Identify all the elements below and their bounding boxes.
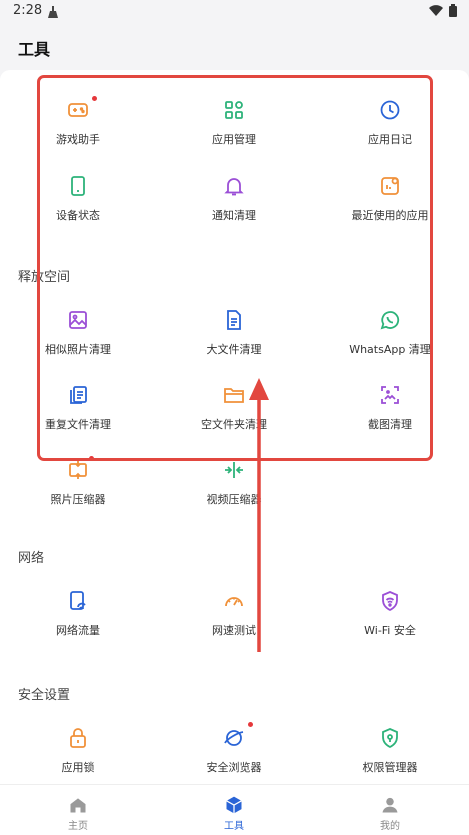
tools-content[interactable]: 游戏助手 应用管理 应用日记 设备状态 通知清理 最近使用的应用 释放空间 相似… <box>0 70 469 784</box>
tool-app-diary[interactable]: 应用日记 <box>312 98 468 147</box>
tool-notification-cleaner[interactable]: 通知清理 <box>156 174 312 223</box>
tool-app-manager[interactable]: 应用管理 <box>156 98 312 147</box>
photo-compress-icon <box>66 456 94 482</box>
tool-similar-photos[interactable]: 相似照片清理 <box>0 308 156 357</box>
status-bar: 2:28 <box>0 0 469 22</box>
tool-large-files[interactable]: 大文件清理 <box>156 308 312 357</box>
tool-device-status[interactable]: 设备状态 <box>0 174 156 223</box>
bottom-nav: 主页 工具 我的 <box>0 784 469 835</box>
tool-label: 通知清理 <box>212 209 256 222</box>
nav-item-tools[interactable]: 工具 <box>156 785 312 835</box>
tool-game-assistant[interactable]: 游戏助手 <box>0 96 156 147</box>
battery-icon <box>449 4 457 17</box>
tool-label: 截图清理 <box>368 418 412 431</box>
document-icon <box>222 308 246 332</box>
duplicate-file-icon <box>66 383 90 407</box>
profile-icon <box>382 797 398 813</box>
tool-label: 最近使用的应用 <box>351 209 429 222</box>
home-icon <box>70 798 86 813</box>
tool-screenshot-cleaner[interactable]: 截图清理 <box>312 383 468 432</box>
tool-label: 应用日记 <box>368 133 412 146</box>
image-icon <box>66 308 90 332</box>
tool-whatsapp-cleaner[interactable]: WhatsApp 清理 <box>312 308 468 357</box>
page-title: 工具 <box>18 40 51 59</box>
toolbox-icon <box>226 796 242 814</box>
new-badge <box>89 456 94 461</box>
tool-speed-test[interactable]: 网速测试 <box>156 589 312 638</box>
nav-label: 我的 <box>380 821 400 832</box>
tool-label: 大文件清理 <box>206 343 262 356</box>
tool-label: 应用锁 <box>61 761 95 774</box>
tool-video-compressor[interactable]: 视频压缩器 <box>156 458 312 507</box>
tool-safe-browser[interactable]: 安全浏览器 <box>156 722 312 775</box>
recent-app-icon <box>378 174 402 198</box>
nav-item-profile[interactable]: 我的 <box>312 785 468 835</box>
tool-label: 空文件夹清理 <box>201 418 267 431</box>
section-title-security: 安全设置 <box>18 688 71 703</box>
section-title-network: 网络 <box>18 551 45 566</box>
browser-icon <box>222 722 253 750</box>
folder-icon <box>222 383 246 407</box>
tool-label: 照片压缩器 <box>50 493 106 506</box>
tool-data-usage[interactable]: 网络流量 <box>0 589 156 638</box>
tool-label: Wi-Fi 安全 <box>364 624 416 637</box>
gamepad-icon <box>66 96 97 122</box>
tool-app-lock[interactable]: 应用锁 <box>0 726 156 775</box>
tool-label: 相似照片清理 <box>45 343 111 356</box>
tool-label: 重复文件清理 <box>45 418 111 431</box>
video-compress-icon <box>222 458 246 482</box>
new-badge <box>92 96 97 101</box>
tool-label: WhatsApp 清理 <box>349 343 431 356</box>
data-usage-icon <box>66 589 90 613</box>
app-header: 工具 <box>0 22 469 70</box>
tool-label: 网速测试 <box>212 624 256 637</box>
apps-grid-icon <box>222 98 246 122</box>
tool-label: 安全浏览器 <box>206 761 262 774</box>
tool-label: 权限管理器 <box>362 761 418 774</box>
tool-wifi-security[interactable]: Wi-Fi 安全 <box>312 589 468 638</box>
wifi-shield-icon <box>378 589 402 613</box>
tool-label: 设备状态 <box>56 209 100 222</box>
nav-item-home[interactable]: 主页 <box>0 785 156 835</box>
wifi-signal-icon <box>429 5 443 16</box>
status-indicators <box>429 4 457 17</box>
shield-lock-icon <box>378 726 402 750</box>
speedometer-icon <box>222 589 246 613</box>
new-badge <box>248 722 253 727</box>
tool-label: 网络流量 <box>56 624 100 637</box>
broom-status-icon <box>47 4 59 23</box>
lock-icon <box>66 726 90 750</box>
tool-label: 应用管理 <box>212 133 256 146</box>
tool-permission-manager[interactable]: 权限管理器 <box>312 726 468 775</box>
bell-icon <box>222 174 246 198</box>
clock-icon <box>378 98 402 122</box>
nav-label: 主页 <box>68 821 88 832</box>
status-time: 2:28 <box>13 3 43 18</box>
nav-label: 工具 <box>224 821 244 832</box>
phone-icon <box>66 174 90 198</box>
tool-empty-folders[interactable]: 空文件夹清理 <box>156 383 312 432</box>
screenshot-icon <box>378 383 402 407</box>
tool-label: 游戏助手 <box>56 133 100 146</box>
section-title-free-space: 释放空间 <box>18 270 71 285</box>
whatsapp-icon <box>378 308 402 332</box>
tool-photo-compressor[interactable]: 照片压缩器 <box>0 456 156 507</box>
tool-label: 视频压缩器 <box>206 493 262 506</box>
tool-recent-apps[interactable]: 最近使用的应用 <box>312 174 468 223</box>
tool-duplicate-files[interactable]: 重复文件清理 <box>0 383 156 432</box>
